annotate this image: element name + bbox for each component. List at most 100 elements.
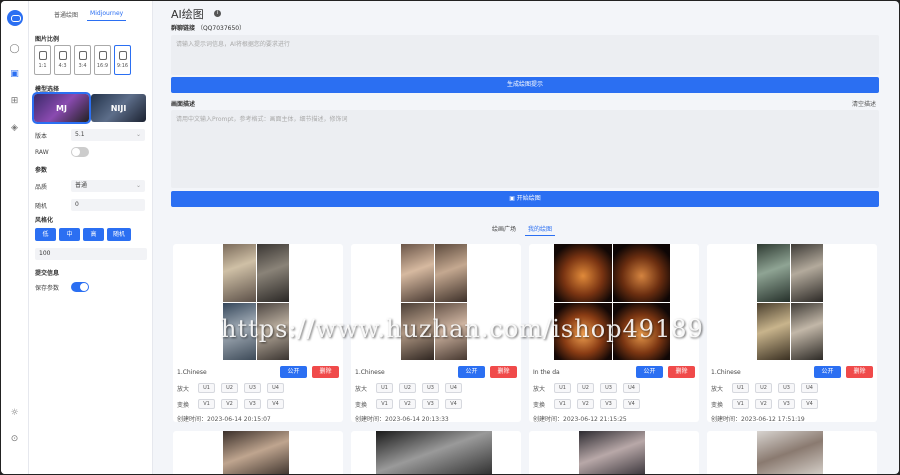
v2-button[interactable]: V2 [755,399,772,409]
result-image[interactable] [757,244,823,360]
model-mj[interactable]: MJ [32,92,91,124]
upscale-row: 放大 U1 U2 U3 U4 [177,383,284,393]
quality-select[interactable]: 普通 ⌄ [71,180,145,192]
u3-button[interactable]: U3 [600,383,617,393]
delete-button[interactable]: 删除 [668,366,695,378]
v2-button[interactable]: V2 [577,399,594,409]
ratio-9-16[interactable]: 9:16 [114,45,131,75]
desc-textarea[interactable]: 请用中文输入Prompt，参考格式：画面主体，细节描述，修饰词 [171,110,879,188]
card-title: 1.Chinese [711,369,741,376]
publish-button[interactable]: 公开 [458,366,485,378]
stylize-title: 风格化 [35,217,54,224]
v4-button[interactable]: V4 [267,399,284,409]
result-image[interactable] [757,431,823,474]
v2-button[interactable]: V2 [399,399,416,409]
sync-label: 保存参数 [35,284,60,292]
quality-row: 品质 普通 ⌄ [35,180,145,192]
upscale-row: 放大 U1 U2 U3 U4 [533,383,640,393]
stylize-random-button[interactable]: 随机 [107,228,131,241]
v3-button[interactable]: V3 [778,399,795,409]
u2-button[interactable]: U2 [577,383,594,393]
v3-button[interactable]: V3 [422,399,439,409]
tab-square[interactable]: 绘画广场 [489,222,519,236]
v1-button[interactable]: V1 [554,399,571,409]
model-niji[interactable]: NIJI [91,94,146,122]
u3-button[interactable]: U3 [422,383,439,393]
version-select[interactable]: 5.1 ⌄ [71,129,145,141]
page-title: AI绘图 [171,8,204,21]
v3-button[interactable]: V3 [600,399,617,409]
stylize-high-button[interactable]: 高 [83,228,104,241]
square-icon [78,51,87,60]
ratio-1-1[interactable]: 1:1 [34,45,51,75]
v1-button[interactable]: V1 [198,399,215,409]
upscale-row: 放大 U1 U2 U3 U4 [355,383,462,393]
apps-icon[interactable]: ⊞ [9,96,20,107]
u3-button[interactable]: U3 [244,383,261,393]
image-card [173,431,343,474]
chat-icon[interactable]: ◯ [9,44,20,55]
square-icon [118,51,127,60]
settings-panel: 普通绘图 Midjourney 图片比例 1:1 4:3 3:4 16:9 9:… [29,1,153,474]
version-label: 版本 [35,132,48,140]
palette-icon[interactable]: ◈ [9,123,20,134]
quality-label: 品质 [35,183,48,191]
tab-midjourney[interactable]: Midjourney [87,9,127,21]
v4-button[interactable]: V4 [445,399,462,409]
icon-rail: ◯ ▣ ⊞ ◈ ☼ ⊙ [1,1,29,474]
main-area: AI绘图 i 群聊链接 （QQ7037650） 请输入提示词信息，AI将根据您的… [153,1,899,474]
watermark-text: https://www.huzhan.com/ishop49189 [221,315,704,343]
seed-row: 随机 0 [35,199,145,211]
delete-button[interactable]: 删除 [846,366,873,378]
ratio-4-3[interactable]: 4:3 [54,45,71,75]
seed-input[interactable]: 0 [71,199,145,211]
result-image[interactable] [376,431,492,474]
tab-mine[interactable]: 我的绘图 [525,222,556,236]
result-image[interactable] [579,431,645,474]
v4-button[interactable]: V4 [623,399,640,409]
ratio-16-9[interactable]: 16:9 [94,45,111,75]
u4-button[interactable]: U4 [267,383,284,393]
stylize-value-input[interactable]: 100 [35,248,147,260]
sun-icon[interactable]: ☼ [9,408,20,419]
u1-button[interactable]: U1 [376,383,393,393]
result-image[interactable] [223,431,289,474]
start-draw-button[interactable]: ▣ 开始绘图 [171,191,879,207]
square-icon [98,51,107,60]
u1-button[interactable]: U1 [198,383,215,393]
publish-button[interactable]: 公开 [280,366,307,378]
generate-prompt-button[interactable]: 生成绘图提示 [171,77,879,93]
u3-button[interactable]: U3 [778,383,795,393]
stylize-mid-button[interactable]: 中 [59,228,80,241]
prompt-textarea[interactable]: 请输入提示词信息，AI将根据您的要求进行 [171,35,879,75]
u1-button[interactable]: U1 [732,383,749,393]
u1-button[interactable]: U1 [554,383,571,393]
ratio-3-4[interactable]: 3:4 [74,45,91,75]
v2-button[interactable]: V2 [221,399,238,409]
image-icon[interactable]: ▣ [9,69,20,80]
logout-icon[interactable]: ⊙ [9,434,20,445]
v3-button[interactable]: V3 [244,399,261,409]
info-icon[interactable]: i [214,10,221,17]
v1-button[interactable]: V1 [732,399,749,409]
v4-button[interactable]: V4 [801,399,818,409]
raw-toggle[interactable] [71,147,89,157]
delete-button[interactable]: 删除 [312,366,339,378]
u2-button[interactable]: U2 [399,383,416,393]
u4-button[interactable]: U4 [623,383,640,393]
publish-button[interactable]: 公开 [814,366,841,378]
u4-button[interactable]: U4 [801,383,818,393]
image-card: 1.Chinese 公开 删除 放大 U1 U2 U3 U4 变换 V1 V2 … [707,244,877,423]
tab-normal[interactable]: 普通绘图 [51,9,81,21]
delete-button[interactable]: 删除 [490,366,517,378]
u2-button[interactable]: U2 [755,383,772,393]
v1-button[interactable]: V1 [376,399,393,409]
u4-button[interactable]: U4 [445,383,462,393]
u2-button[interactable]: U2 [221,383,238,393]
stylize-low-button[interactable]: 低 [35,228,56,241]
created-time: 创建时间：2023-06-12 17:51:19 [711,416,805,423]
publish-button[interactable]: 公开 [636,366,663,378]
sync-toggle[interactable] [71,282,89,292]
clear-desc-link[interactable]: 清空描述 [852,99,876,108]
image-card [707,431,877,474]
